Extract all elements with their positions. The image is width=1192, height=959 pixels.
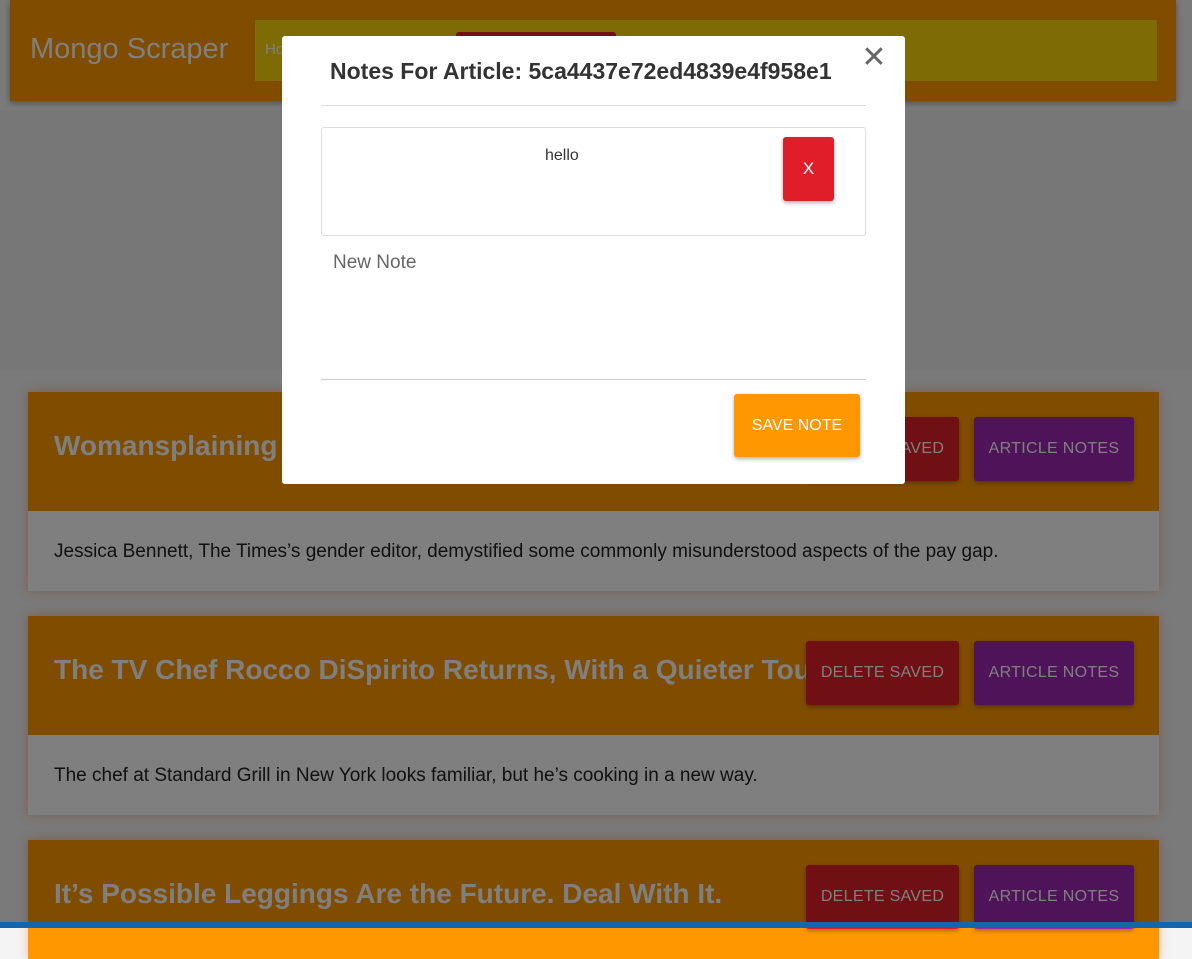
delete-note-button[interactable]: X [783, 137, 834, 201]
new-note-input[interactable] [321, 244, 866, 380]
notes-modal: Notes For Article: 5ca4437e72ed4839e4f95… [282, 36, 905, 484]
note-item: hello X [321, 127, 866, 236]
modal-title: Notes For Article: 5ca4437e72ed4839e4f95… [330, 58, 832, 84]
save-note-button[interactable]: SAVE NOTE [734, 394, 860, 457]
close-icon[interactable]: ✕ [860, 43, 888, 73]
note-text: hello [545, 147, 579, 164]
bottom-strip [0, 922, 1192, 928]
modal-divider [321, 105, 866, 106]
